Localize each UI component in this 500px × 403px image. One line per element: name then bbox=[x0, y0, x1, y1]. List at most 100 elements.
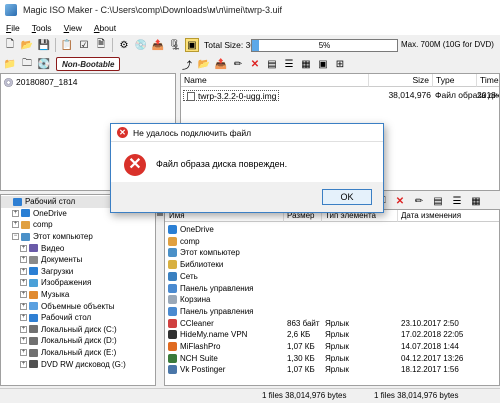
folder-tree-item[interactable]: + DVD RW дисковод (G:) bbox=[1, 358, 155, 370]
table-row[interactable]: Корзина bbox=[165, 294, 499, 305]
expand-toggle-icon[interactable]: + bbox=[20, 291, 27, 299]
extract-files-icon[interactable]: 📤 bbox=[214, 57, 228, 71]
table-row[interactable]: Панель управления bbox=[165, 283, 499, 294]
bootable-status-badge[interactable]: Non-Bootable bbox=[56, 57, 121, 71]
folder-tree-item[interactable]: + Локальный диск (E:) bbox=[1, 347, 155, 359]
folder-tree-item[interactable]: + Музыка bbox=[1, 289, 155, 301]
side-toolbar bbox=[156, 194, 164, 386]
expand-toggle-icon[interactable]: + bbox=[20, 337, 27, 345]
checklist-icon[interactable]: ☑ bbox=[77, 38, 91, 52]
new-icon[interactable]: 🗋 bbox=[3, 38, 17, 52]
expand-toggle-icon[interactable]: + bbox=[20, 244, 27, 252]
large-icons-icon[interactable]: ▣ bbox=[316, 57, 330, 71]
extract-icon[interactable]: 📤 bbox=[151, 38, 165, 52]
folder-label: comp bbox=[33, 220, 53, 230]
open-icon[interactable]: 📂 bbox=[20, 38, 34, 52]
folder-label: Локальный диск (C:) bbox=[41, 324, 117, 334]
mount-icon[interactable]: ▣ bbox=[185, 38, 199, 52]
ok-button[interactable]: OK bbox=[322, 189, 372, 205]
cell-size: 1,30 КБ bbox=[287, 353, 315, 363]
item-icon bbox=[168, 353, 177, 363]
menu-file[interactable]: File bbox=[0, 23, 26, 33]
rename-icon[interactable]: ✏ bbox=[231, 57, 245, 71]
cell-name: CCleaner bbox=[180, 318, 214, 328]
expand-toggle-icon[interactable]: + bbox=[20, 349, 27, 357]
table-row[interactable]: twrp-3.2.2-0-ugg.img 38,014,976 Файл обр… bbox=[181, 89, 499, 101]
table-row[interactable]: comp bbox=[165, 236, 499, 247]
item-icon bbox=[168, 342, 177, 351]
view-icon[interactable]: ▤ bbox=[431, 195, 445, 209]
folder-tree-item[interactable]: + Видео bbox=[1, 242, 155, 254]
delete-icon[interactable]: ✕ bbox=[393, 195, 407, 209]
image-root-node[interactable]: 20180807_1814 bbox=[1, 76, 175, 88]
folder-icon bbox=[29, 302, 38, 311]
folder-tree-item[interactable]: + Рабочий стол bbox=[1, 312, 155, 324]
details-view-icon[interactable]: ▦ bbox=[469, 195, 483, 209]
expand-toggle-icon[interactable]: + bbox=[20, 302, 27, 310]
folder-tree-item[interactable]: − Этот компьютер bbox=[1, 231, 155, 243]
column-header-type[interactable]: Type bbox=[433, 74, 477, 87]
expand-toggle-icon[interactable]: + bbox=[20, 360, 27, 368]
up-folder-icon[interactable]: ⤴ bbox=[180, 57, 194, 72]
burn-icon[interactable]: ⚙ bbox=[117, 38, 131, 52]
window-title: Magic ISO Maker - C:\Users\comp\Download… bbox=[23, 5, 283, 15]
table-row[interactable]: HideMy.name VPN 2,6 КБ Ярлык 17.02.2018 22:… bbox=[165, 329, 499, 340]
folder-tree-item[interactable]: + Объемные объекты bbox=[1, 300, 155, 312]
item-icon bbox=[168, 260, 177, 270]
table-row[interactable]: Сеть bbox=[165, 271, 499, 282]
folder-tree-item[interactable]: + Документы bbox=[1, 254, 155, 266]
menu-about[interactable]: About bbox=[88, 23, 122, 33]
table-row[interactable]: Этот компьютер bbox=[165, 247, 499, 258]
folder-icon bbox=[29, 336, 38, 345]
file-name-cell: twrp-3.2.2-0-ugg.img bbox=[183, 90, 280, 101]
folder-tree-item[interactable]: + Локальный диск (D:) bbox=[1, 335, 155, 347]
properties-icon[interactable]: 📋 bbox=[60, 38, 74, 52]
delete-icon[interactable]: ✕ bbox=[248, 57, 262, 71]
folder-icon bbox=[13, 197, 22, 206]
column-header-date[interactable]: Дата изменения bbox=[398, 210, 499, 222]
expand-toggle-icon[interactable]: + bbox=[20, 279, 27, 287]
expand-toggle-icon[interactable]: + bbox=[20, 267, 27, 275]
folder-label: Видео bbox=[41, 243, 65, 253]
table-row[interactable]: NCH Suite 1,30 КБ Ярлык 04.12.2017 13:26 bbox=[165, 353, 499, 364]
view-icon[interactable]: ▤ bbox=[265, 57, 279, 71]
column-header-time[interactable]: Time bbox=[477, 74, 499, 87]
cell-name: OneDrive bbox=[180, 225, 214, 234]
expand-toggle-icon[interactable]: + bbox=[20, 256, 27, 264]
table-row[interactable]: Панель управления bbox=[165, 306, 499, 317]
disc-icon[interactable]: 💿 bbox=[134, 38, 148, 52]
expand-toggle-icon[interactable]: + bbox=[12, 209, 19, 217]
column-header-name[interactable]: Name bbox=[181, 74, 369, 87]
expand-toggle-icon[interactable]: − bbox=[12, 233, 19, 241]
save-icon[interactable]: 💾 bbox=[37, 38, 51, 52]
folder-tree-item[interactable]: + comp bbox=[1, 219, 155, 231]
new-folder-icon[interactable]: 🗀 bbox=[20, 57, 34, 71]
cell-type: Ярлык bbox=[325, 342, 349, 351]
cell-type: Ярлык bbox=[325, 330, 349, 340]
folder-tree-item[interactable]: + Локальный диск (C:) bbox=[1, 324, 155, 336]
table-row[interactable]: CCleaner 863 байт Ярлык 23.10.2017 2:50 bbox=[165, 318, 499, 329]
folder-tree-item[interactable]: + Изображения bbox=[1, 277, 155, 289]
table-row[interactable]: Библиотеки bbox=[165, 259, 499, 270]
add-files-icon[interactable]: 📂 bbox=[197, 57, 211, 71]
list-view-icon[interactable]: ☰ bbox=[282, 57, 296, 71]
table-row[interactable]: OneDrive bbox=[165, 224, 499, 235]
menu-view[interactable]: View bbox=[58, 23, 88, 33]
add-folder-icon[interactable]: 📁 bbox=[3, 57, 17, 71]
folder-tree-item[interactable]: + Загрузки bbox=[1, 266, 155, 278]
column-header-size[interactable]: Size bbox=[369, 74, 433, 87]
image-file-icon[interactable]: 🗎 bbox=[94, 38, 108, 52]
table-row[interactable]: MiFlashPro 1,07 КБ Ярлык 14.07.2018 1:44 bbox=[165, 341, 499, 352]
menu-tools[interactable]: Tools bbox=[26, 23, 58, 33]
expand-toggle-icon[interactable]: + bbox=[12, 221, 19, 229]
rename-icon[interactable]: ✏ bbox=[412, 195, 426, 209]
compress-icon[interactable]: 🗜 bbox=[168, 38, 182, 52]
table-row[interactable]: Vk Postinger 1,07 КБ Ярлык 18.12.2017 1:56 bbox=[165, 364, 499, 375]
expand-toggle-icon[interactable]: + bbox=[20, 325, 27, 333]
small-icons-icon[interactable]: ⊞ bbox=[333, 57, 347, 71]
boot-icon[interactable]: 💽 bbox=[37, 57, 51, 71]
list-view-icon[interactable]: ☰ bbox=[450, 195, 464, 209]
details-view-icon[interactable]: ▦ bbox=[299, 57, 313, 71]
file-size: 38,014,976 bbox=[388, 90, 431, 100]
expand-toggle-icon[interactable]: + bbox=[20, 314, 27, 322]
